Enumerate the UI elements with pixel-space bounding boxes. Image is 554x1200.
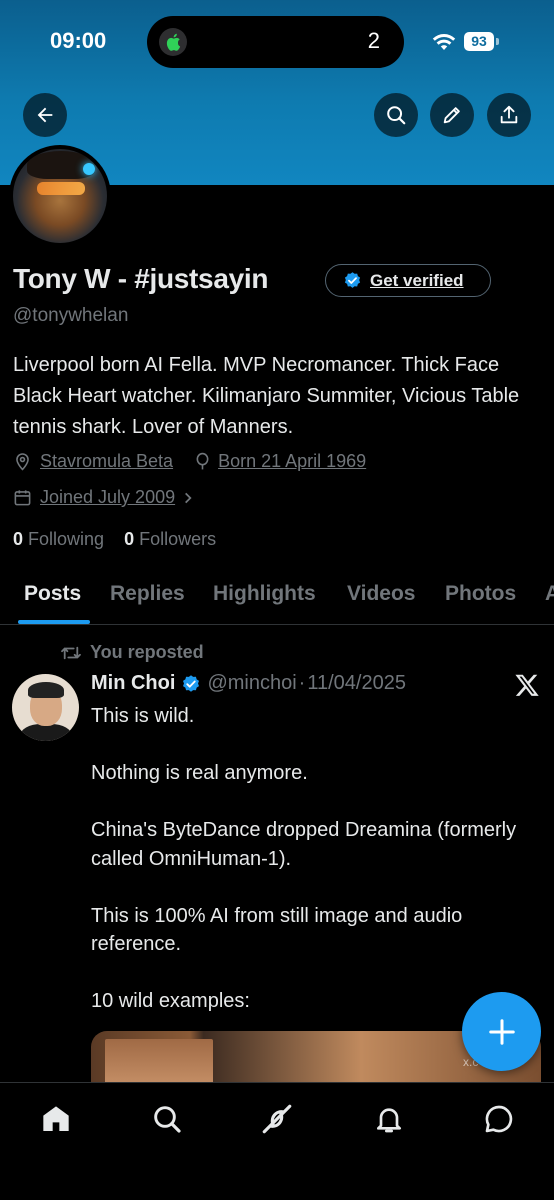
profile-joined-row[interactable]: Joined July 2009: [13, 487, 195, 508]
dynamic-island: 2: [147, 16, 404, 68]
post-author-handle[interactable]: @minchoi: [207, 672, 296, 695]
profile-bio: Liverpool born AI Fella. MVP Necromancer…: [13, 354, 520, 438]
profile-meta-row: Stavromula Beta Born 21 April 1969: [13, 451, 366, 472]
active-tab-indicator: [18, 620, 90, 624]
following-label: Following: [28, 529, 105, 549]
search-icon: [154, 1106, 181, 1133]
grok-icon: [262, 1104, 292, 1134]
location-pin-icon: [16, 453, 29, 471]
status-time: 09:00: [50, 28, 107, 53]
following-count: 0: [13, 529, 24, 549]
edit-button[interactable]: [430, 93, 474, 137]
tab-replies[interactable]: Replies: [110, 582, 185, 606]
share-button[interactable]: [487, 93, 531, 137]
profile-tabs: Posts Replies Highlights Videos Photos A: [0, 570, 554, 625]
island-counter: 2: [367, 28, 380, 53]
compose-button[interactable]: [462, 992, 541, 1071]
share-icon: [500, 105, 518, 124]
tab-more[interactable]: A: [545, 582, 554, 606]
plus-icon: [488, 1018, 515, 1045]
tab-highlights[interactable]: Highlights: [213, 582, 316, 606]
profile-location[interactable]: Stavromula Beta: [40, 451, 173, 472]
post-date: 11/04/2025: [307, 672, 406, 694]
repost-label: You reposted: [90, 642, 204, 662]
post-separator: ·: [298, 672, 306, 694]
get-verified-button[interactable]: Get verified: [325, 264, 491, 297]
profile-joined[interactable]: Joined July 2009: [40, 487, 175, 508]
balloon-icon: [196, 452, 209, 470]
calendar-icon: [14, 490, 31, 506]
followers-link[interactable]: 0 Followers: [124, 529, 216, 549]
back-button[interactable]: [23, 93, 67, 137]
nav-grok[interactable]: [259, 1101, 295, 1137]
tab-videos[interactable]: Videos: [347, 582, 415, 606]
bell-icon: [377, 1108, 401, 1133]
pencil-icon: [443, 107, 460, 124]
search-icon: [387, 106, 406, 125]
profile-birthday[interactable]: Born 21 April 1969: [218, 451, 366, 472]
profile-handle: @tonywhelan: [13, 305, 129, 326]
search-button[interactable]: [374, 93, 418, 137]
follow-stats: 0 Following 0 Followers: [13, 529, 216, 550]
verified-badge-icon: [183, 674, 200, 692]
verified-badge-icon: [344, 272, 361, 288]
repost-icon: [61, 646, 81, 659]
nav-messages[interactable]: [481, 1101, 517, 1137]
status-bar: 09:00 2 93: [0, 0, 554, 80]
x-logo-icon[interactable]: [514, 672, 540, 698]
avatar-photo: [13, 149, 107, 243]
profile-name: Tony W - #justsayin: [13, 263, 269, 294]
post-text: This is wild. Nothing is real anymore. C…: [91, 705, 517, 1012]
profile-avatar[interactable]: [9, 145, 111, 247]
nav-home[interactable]: [38, 1101, 74, 1137]
followers-label: Followers: [139, 529, 217, 549]
wifi-icon: [432, 34, 456, 50]
nav-notifications[interactable]: [371, 1101, 407, 1137]
battery-tip: [496, 38, 499, 45]
arrow-left-icon: [37, 107, 53, 123]
following-link[interactable]: 0 Following: [13, 529, 104, 549]
bottom-nav: [0, 1082, 554, 1200]
chevron-right-icon: [185, 492, 192, 503]
battery-indicator: 93: [464, 32, 494, 51]
post-author-avatar[interactable]: [12, 674, 79, 741]
post-header: Min Choi @minchoi · 11/04/2025: [91, 672, 406, 695]
tab-photos[interactable]: Photos: [445, 582, 516, 606]
nav-search[interactable]: [149, 1101, 185, 1137]
post-author-name[interactable]: Min Choi: [91, 672, 175, 695]
messages-icon: [485, 1105, 513, 1133]
app-icon: [159, 28, 187, 56]
get-verified-label: Get verified: [370, 270, 464, 290]
repost-indicator: You reposted: [60, 642, 204, 663]
home-icon: [43, 1106, 69, 1131]
tab-posts[interactable]: Posts: [24, 582, 81, 606]
followers-count: 0: [124, 529, 135, 549]
